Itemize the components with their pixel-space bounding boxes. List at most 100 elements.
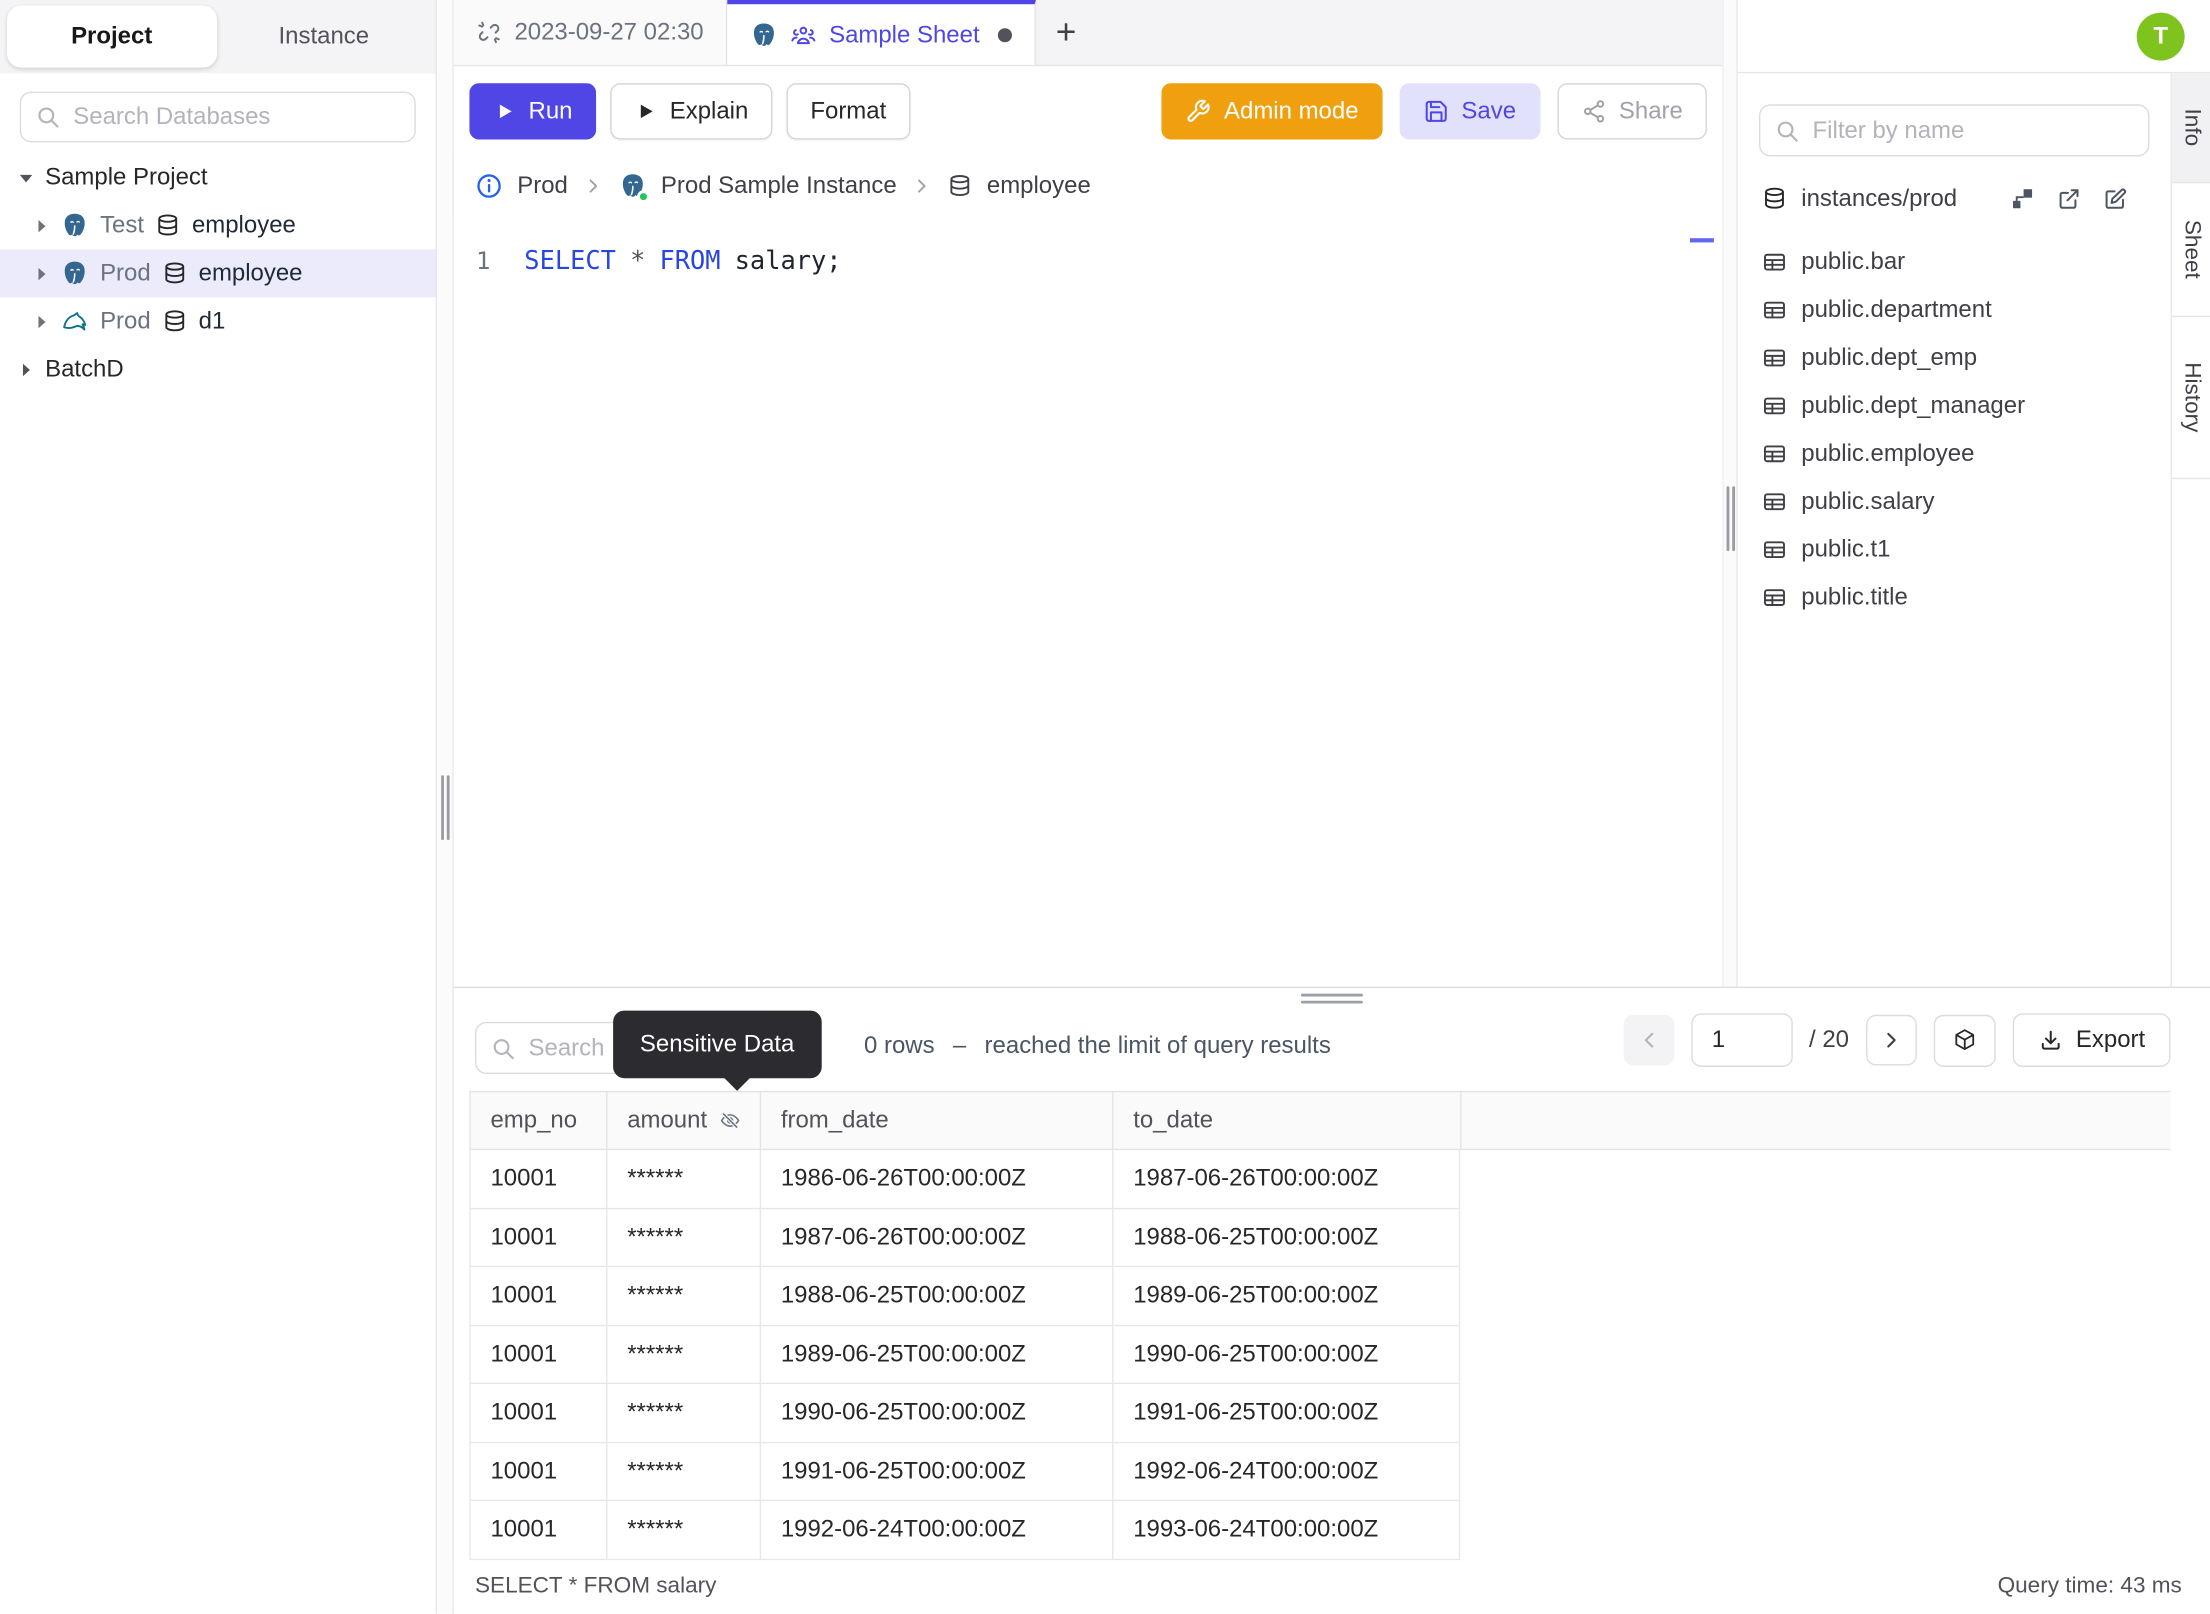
- cell-emp-no[interactable]: 10001: [469, 1501, 607, 1560]
- cell-amount-masked[interactable]: ******: [606, 1384, 760, 1443]
- cell-from-date[interactable]: 1986-06-26T00:00:00Z: [759, 1150, 1113, 1209]
- cell-from-date[interactable]: 1991-06-25T00:00:00Z: [759, 1442, 1113, 1502]
- tree-item-prod-d1[interactable]: Prod d1: [0, 297, 436, 345]
- code-line-1[interactable]: 1 SELECT * FROM salary;: [454, 216, 1722, 281]
- next-page-button[interactable]: [1865, 1014, 1917, 1066]
- tab-unsaved-sheet[interactable]: 2023-09-27 02:30: [453, 0, 728, 65]
- caret-right-icon[interactable]: [34, 266, 50, 282]
- cell-amount-masked[interactable]: ******: [606, 1208, 760, 1268]
- column-header-from-date[interactable]: from_date: [759, 1090, 1113, 1151]
- caret-right-icon[interactable]: [18, 362, 34, 378]
- cell-to-date[interactable]: 1990-06-25T00:00:00Z: [1112, 1325, 1461, 1385]
- cell-to-date[interactable]: 1989-06-25T00:00:00Z: [1112, 1267, 1461, 1326]
- table-icon: [1762, 345, 1787, 370]
- tree-item-test-employee[interactable]: Test employee: [0, 202, 436, 250]
- filter-by-name-input[interactable]: Filter by name: [1758, 104, 2150, 157]
- sql-identifier: salary;: [734, 246, 842, 277]
- schema-table-item[interactable]: public.salary: [1738, 478, 2171, 526]
- cell-from-date[interactable]: 1992-06-24T00:00:00Z: [759, 1501, 1113, 1560]
- left-sidebar: Project Instance Search Databases Sample…: [0, 0, 437, 1614]
- tab-project[interactable]: Project: [7, 5, 217, 68]
- cell-emp-no[interactable]: 10001: [469, 1442, 607, 1502]
- caret-right-icon[interactable]: [34, 314, 50, 330]
- schema-table-item[interactable]: public.employee: [1738, 430, 2171, 478]
- tree-item-batchd[interactable]: BatchD: [0, 345, 436, 393]
- schema-table-item[interactable]: public.t1: [1738, 526, 2171, 574]
- resize-grip[interactable]: [1726, 486, 1730, 552]
- sql-code-editor[interactable]: 1 SELECT * FROM salary;: [453, 215, 1723, 987]
- schema-table-item[interactable]: public.dept_manager: [1738, 382, 2171, 430]
- tab-sample-sheet[interactable]: Sample Sheet: [727, 0, 1036, 65]
- export-button[interactable]: Export: [2012, 1013, 2171, 1067]
- save-label: Save: [1461, 97, 1517, 125]
- tree-item-project[interactable]: Sample Project: [0, 154, 436, 202]
- cell-emp-no[interactable]: 10001: [469, 1325, 607, 1385]
- cell-from-date[interactable]: 1987-06-26T00:00:00Z: [759, 1208, 1113, 1268]
- cell-emp-no[interactable]: 10001: [469, 1384, 607, 1443]
- tab-sheet[interactable]: Sheet: [2171, 183, 2210, 318]
- cell-from-date[interactable]: 1990-06-25T00:00:00Z: [759, 1384, 1113, 1443]
- cell-emp-no[interactable]: 10001: [469, 1267, 607, 1326]
- cell-to-date[interactable]: 1987-06-26T00:00:00Z: [1112, 1150, 1461, 1209]
- edit-icon[interactable]: [2103, 186, 2128, 211]
- cell-amount-masked[interactable]: ******: [606, 1442, 760, 1502]
- cell-amount-masked[interactable]: ******: [606, 1501, 760, 1560]
- cell-from-date[interactable]: 1989-06-25T00:00:00Z: [759, 1325, 1113, 1385]
- tab-instance[interactable]: Instance: [219, 6, 428, 68]
- cell-emp-no[interactable]: 10001: [469, 1208, 607, 1268]
- cell-to-date[interactable]: 1988-06-25T00:00:00Z: [1112, 1208, 1461, 1268]
- schema-table-item[interactable]: public.dept_emp: [1738, 334, 2171, 382]
- explain-button[interactable]: Explain: [610, 83, 773, 140]
- run-label: Run: [528, 97, 573, 125]
- breadcrumb-env[interactable]: Prod: [517, 172, 568, 200]
- tab-history[interactable]: History: [2171, 317, 2210, 480]
- schema-source-label: instances/prod: [1801, 184, 1958, 212]
- play-icon: [493, 100, 516, 123]
- results-resize-grip[interactable]: [1300, 993, 1363, 997]
- schema-table-item[interactable]: public.department: [1738, 286, 2171, 334]
- page-number-input[interactable]: 1: [1690, 1013, 1793, 1067]
- breadcrumb-database[interactable]: employee: [987, 172, 1091, 200]
- format-button[interactable]: Format: [786, 83, 911, 140]
- results-resize-grip[interactable]: [1300, 1000, 1363, 1004]
- info-icon[interactable]: [475, 172, 503, 200]
- cell-amount-masked[interactable]: ******: [606, 1150, 760, 1209]
- run-button[interactable]: Run: [469, 83, 597, 140]
- cube-button[interactable]: [1933, 1014, 1996, 1067]
- external-link-icon[interactable]: [2056, 186, 2081, 211]
- schema-table-item[interactable]: public.bar: [1738, 238, 2171, 286]
- cell-to-date[interactable]: 1992-06-24T00:00:00Z: [1112, 1442, 1461, 1502]
- column-header-amount[interactable]: amount: [606, 1090, 760, 1151]
- cell-amount-masked[interactable]: ******: [606, 1267, 760, 1326]
- resize-grip[interactable]: [441, 775, 444, 841]
- search-databases-placeholder: Search Databases: [73, 102, 271, 130]
- cell-filler: [1460, 1209, 2170, 1267]
- overview-ruler-mark: [1689, 238, 1714, 243]
- share-button[interactable]: Share: [1556, 83, 1707, 140]
- cell-emp-no[interactable]: 10001: [469, 1150, 607, 1209]
- schema-diagram-icon[interactable]: [2010, 186, 2035, 211]
- caret-down-icon[interactable]: [18, 170, 34, 186]
- caret-right-icon[interactable]: [34, 218, 50, 234]
- cell-to-date[interactable]: 1991-06-25T00:00:00Z: [1112, 1384, 1461, 1443]
- avatar[interactable]: T: [2136, 12, 2185, 61]
- tab-info[interactable]: Info: [2171, 73, 2210, 184]
- cell-from-date[interactable]: 1988-06-25T00:00:00Z: [759, 1267, 1113, 1326]
- admin-mode-button[interactable]: Admin mode: [1161, 83, 1383, 140]
- breadcrumb-instance[interactable]: Prod Sample Instance: [661, 172, 897, 200]
- save-button[interactable]: Save: [1399, 83, 1540, 140]
- column-header-to-date[interactable]: to_date: [1112, 1090, 1461, 1151]
- resize-grip[interactable]: [1732, 486, 1736, 552]
- schema-panel-resize-gutter[interactable]: [1722, 0, 1738, 987]
- column-header-filler: [1460, 1090, 2171, 1151]
- tree-item-prod-employee[interactable]: Prod employee: [0, 249, 436, 298]
- resize-grip[interactable]: [446, 775, 450, 841]
- search-databases-input[interactable]: Search Databases: [19, 91, 416, 143]
- prev-page-button[interactable]: [1622, 1014, 1674, 1066]
- column-header-emp-no[interactable]: emp_no: [469, 1090, 607, 1151]
- cell-to-date[interactable]: 1993-06-24T00:00:00Z: [1112, 1501, 1461, 1560]
- table-icon: [1762, 297, 1787, 322]
- new-tab-button[interactable]: +: [1056, 14, 1077, 50]
- schema-table-item[interactable]: public.title: [1738, 574, 2171, 622]
- cell-amount-masked[interactable]: ******: [606, 1325, 760, 1385]
